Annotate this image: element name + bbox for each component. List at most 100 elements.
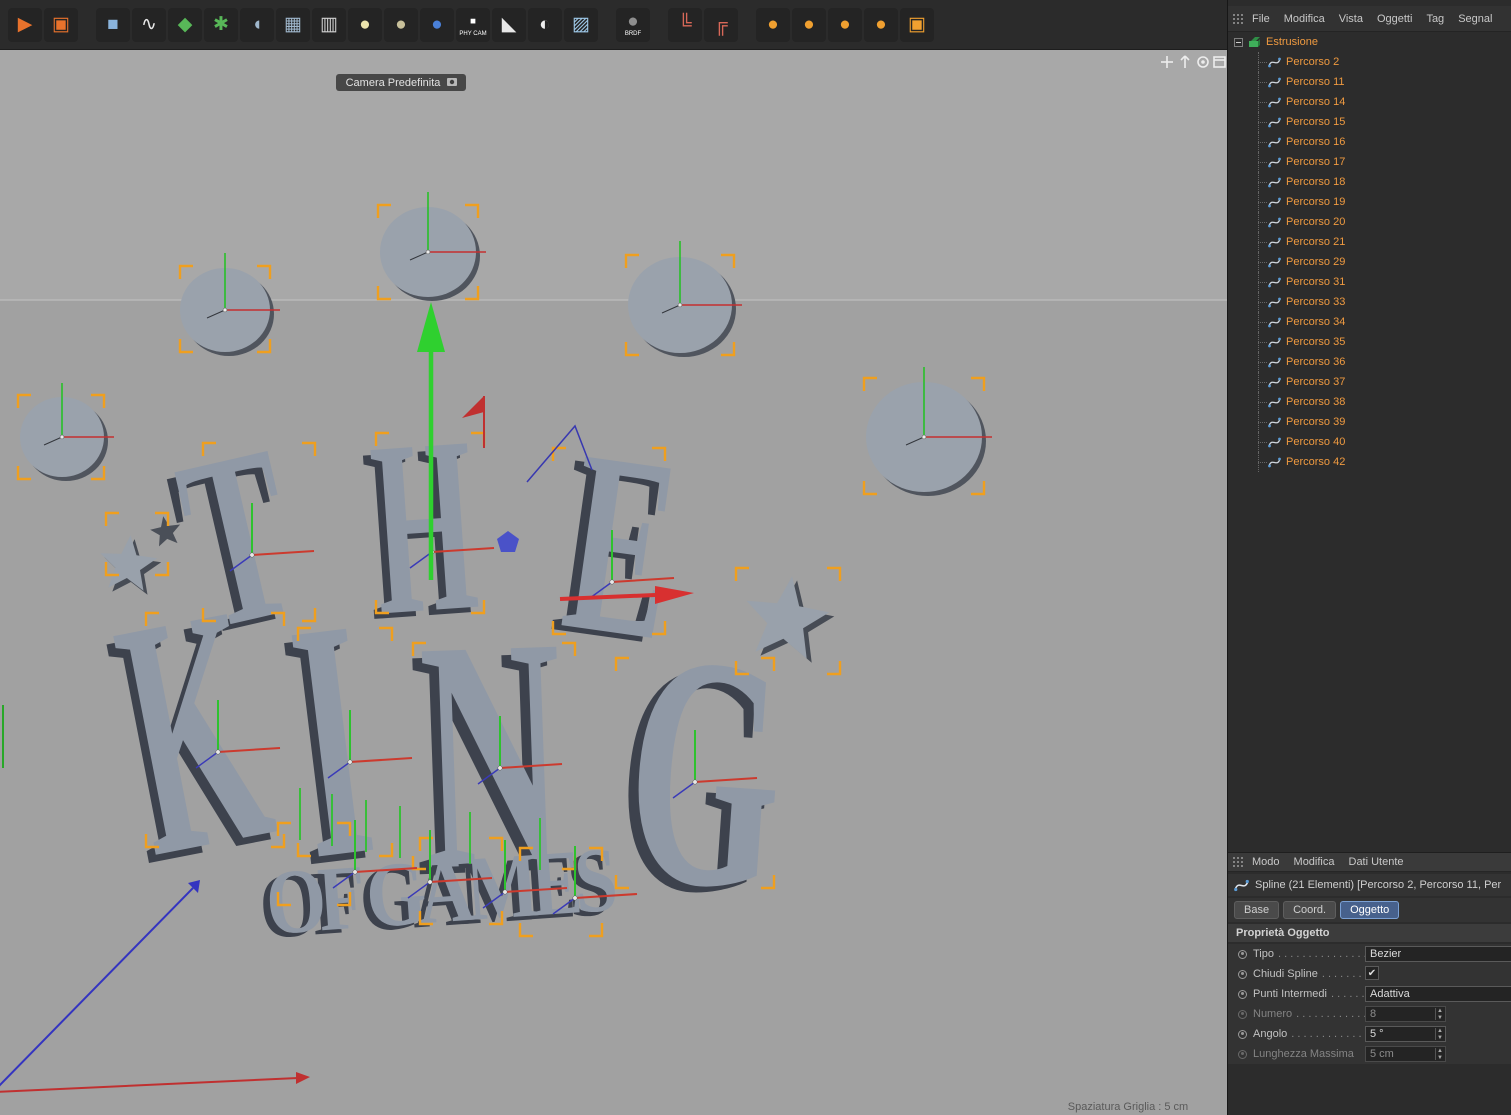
tree-item-label: Percorso 2	[1286, 56, 1340, 68]
tree-item-percorso[interactable]: Percorso 34	[1228, 312, 1511, 332]
tipo-dropdown[interactable]: Bezier	[1365, 946, 1511, 962]
array-generator-icon[interactable]: ✱	[204, 7, 238, 42]
tree-item-percorso[interactable]: Percorso 37	[1228, 372, 1511, 392]
menu-item[interactable]: Modo	[1252, 856, 1280, 868]
tree-item-percorso[interactable]: Percorso 35	[1228, 332, 1511, 352]
material-sphere-1-icon[interactable]: ●	[756, 7, 790, 42]
tree-item-percorso[interactable]: Percorso 21	[1228, 232, 1511, 252]
spinner-value: 5 cm	[1370, 1048, 1394, 1060]
spinner-arrows-icon[interactable]	[1435, 1008, 1444, 1020]
ik-chain-icon[interactable]: ╔	[704, 7, 738, 42]
camera-object-icon[interactable]: ▥	[312, 7, 346, 42]
tab-oggetto[interactable]: Oggetto	[1340, 901, 1400, 919]
tree-item-percorso[interactable]: Percorso 15	[1228, 112, 1511, 132]
tree-item-percorso[interactable]: Percorso 19	[1228, 192, 1511, 212]
attribute-tabs: Base Coord. Oggetto	[1228, 898, 1511, 922]
viewport-3d[interactable]: T T H H E E K K I I N N G G OF GAMES OF	[0, 50, 1227, 1115]
spline-object-icon	[1268, 156, 1281, 169]
punti-intermedi-dropdown[interactable]: Adattiva	[1365, 986, 1511, 1002]
material-sphere-3-icon[interactable]: ●	[828, 7, 862, 42]
tab-coord[interactable]: Coord.	[1283, 901, 1337, 919]
menu-item[interactable]: Tag	[1426, 13, 1444, 25]
tab-base[interactable]: Base	[1234, 901, 1280, 919]
tree-item-percorso[interactable]: Percorso 38	[1228, 392, 1511, 412]
material-sphere-2-icon[interactable]: ●	[792, 7, 826, 42]
tree-item-percorso[interactable]: Percorso 39	[1228, 412, 1511, 432]
tree-item-label: Percorso 39	[1286, 416, 1346, 428]
menu-item[interactable]: File	[1252, 13, 1270, 25]
tree-item-percorso[interactable]: Percorso 36	[1228, 352, 1511, 372]
menu-item[interactable]: Modifica	[1294, 856, 1335, 868]
deformer-icon[interactable]: ◖	[240, 7, 274, 42]
numero-spinner[interactable]: 8	[1365, 1006, 1446, 1022]
keyframe-circle-icon[interactable]	[1238, 1009, 1247, 1019]
keyframe-circle-icon[interactable]	[1238, 949, 1247, 959]
panel-grip-icon[interactable]	[1232, 856, 1244, 868]
sky-texture-icon[interactable]: ▨	[564, 7, 598, 42]
tree-item-percorso[interactable]: Percorso 40	[1228, 432, 1511, 452]
ik-joint-icon[interactable]: ╚	[668, 7, 702, 42]
toolbar-icon-glyph: ▨	[572, 14, 590, 35]
physical-camera-icon[interactable]: ▪ PHY CAM	[456, 7, 490, 42]
toolbar-icon-glyph: ╚	[678, 14, 692, 35]
keyframe-circle-icon[interactable]	[1238, 969, 1247, 979]
expander-icon[interactable]	[1234, 37, 1243, 47]
toolbar-icon-glyph: ●	[395, 14, 407, 35]
target-light-icon[interactable]: ●	[384, 7, 418, 42]
tree-item-percorso[interactable]: Percorso 2	[1228, 52, 1511, 72]
menu-item[interactable]: Modifica	[1284, 13, 1325, 25]
tree-item-label: Percorso 42	[1286, 456, 1346, 468]
tree-item-percorso[interactable]: Percorso 31	[1228, 272, 1511, 292]
tree-item-percorso[interactable]: Percorso 14	[1228, 92, 1511, 112]
panel-grip-icon[interactable]	[1232, 12, 1244, 25]
tree-item-percorso[interactable]: Percorso 33	[1228, 292, 1511, 312]
lunghezza-massima-spinner[interactable]: 5 cm	[1365, 1046, 1446, 1062]
tree-connector	[1254, 172, 1268, 192]
spinner-value: 5 °	[1370, 1028, 1384, 1040]
tree-connector	[1254, 352, 1268, 372]
sky-object-icon[interactable]: ●	[420, 7, 454, 42]
material-sphere-4-icon[interactable]: ●	[864, 7, 898, 42]
prop-label: Angolo	[1253, 1028, 1288, 1040]
tree-item-percorso[interactable]: Percorso 29	[1228, 252, 1511, 272]
tree-item-percorso[interactable]: Percorso 11	[1228, 72, 1511, 92]
keyframe-circle-icon[interactable]	[1238, 1049, 1247, 1059]
toolbar-icon-glyph: ▶	[17, 14, 33, 35]
gradient-shader-icon[interactable]: ◐	[528, 7, 562, 42]
spline-object-icon	[1268, 376, 1281, 389]
spline-pen-icon[interactable]: ∿	[132, 7, 166, 42]
viewport-canvas[interactable]: T T H H E E K K I I N N G G OF GAMES OF	[0, 50, 1227, 1115]
tree-connector	[1254, 112, 1268, 132]
tree-item-percorso[interactable]: Percorso 18	[1228, 172, 1511, 192]
render-settings-icon[interactable]: ▣	[44, 7, 78, 42]
brdf-material-icon[interactable]: ● BRDF	[616, 7, 650, 42]
texture-tag-icon[interactable]: ▣	[900, 7, 934, 42]
light-object-icon[interactable]: ●	[348, 7, 382, 42]
tree-item-percorso[interactable]: Percorso 42	[1228, 452, 1511, 472]
tree-connector	[1254, 292, 1268, 312]
menu-item[interactable]: Segnal	[1458, 13, 1492, 25]
menu-item[interactable]: Dati Utente	[1349, 856, 1404, 868]
keyframe-circle-icon[interactable]	[1238, 989, 1247, 999]
tree-item-percorso[interactable]: Percorso 17	[1228, 152, 1511, 172]
spline-object-icon	[1268, 96, 1281, 109]
toolbar-icon-glyph: ●	[359, 14, 371, 35]
tree-item-percorso[interactable]: Percorso 16	[1228, 132, 1511, 152]
render-view-icon[interactable]: ▶	[8, 7, 42, 42]
spline-object-icon	[1268, 56, 1281, 69]
tree-item-estrusione[interactable]: Estrusione	[1228, 32, 1511, 52]
chiudi-spline-checkbox[interactable]: ✔	[1365, 966, 1379, 980]
spline-object-icon	[1268, 276, 1281, 289]
menu-item[interactable]: Vista	[1339, 13, 1363, 25]
floor-object-icon[interactable]: ◣	[492, 7, 526, 42]
camera-label-pill[interactable]: Camera Predefinita	[336, 74, 466, 91]
spinner-arrows-icon[interactable]	[1435, 1028, 1444, 1040]
tree-item-percorso[interactable]: Percorso 20	[1228, 212, 1511, 232]
spinner-arrows-icon[interactable]	[1435, 1048, 1444, 1060]
keyframe-circle-icon[interactable]	[1238, 1029, 1247, 1039]
plane-grid-icon[interactable]: ▦	[276, 7, 310, 42]
angolo-spinner[interactable]: 5 °	[1365, 1026, 1446, 1042]
cube-primitive-icon[interactable]: ■	[96, 7, 130, 42]
menu-item[interactable]: Oggetti	[1377, 13, 1412, 25]
extrude-generator-icon[interactable]: ◆	[168, 7, 202, 42]
